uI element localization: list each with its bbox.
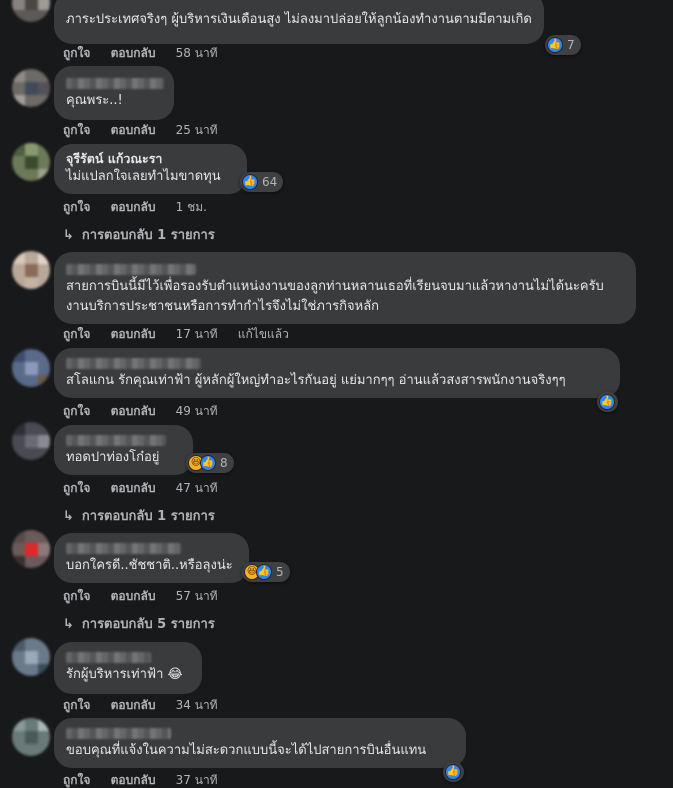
timestamp[interactable]: 58 นาที (176, 46, 218, 60)
reaction-summary[interactable]: 👍 64 (240, 172, 284, 192)
comment-bubble: บอกใครดี..ชัชชาติ..หรือลุงน่ะ (54, 533, 249, 583)
reply-button[interactable]: ตอบกลับ (111, 698, 156, 712)
avatar[interactable] (12, 349, 50, 387)
reaction-summary[interactable]: 👍 (443, 762, 464, 782)
like-button[interactable]: ถูกใจ (63, 698, 90, 712)
timestamp[interactable]: 1 ชม. (176, 200, 207, 214)
comment-text: บอกใครดี..ชัชชาติ..หรือลุงน่ะ (66, 558, 233, 573)
timestamp[interactable]: 17 นาที (176, 327, 218, 341)
like-icon: 👍 (242, 174, 258, 190)
reaction-summary[interactable]: 👍 7 (545, 35, 581, 55)
timestamp[interactable]: 49 นาที (176, 404, 218, 418)
commenter-name[interactable] (66, 431, 181, 448)
avatar[interactable] (12, 530, 50, 568)
commenter-name[interactable] (66, 74, 164, 91)
avatar[interactable] (12, 0, 50, 22)
reply-button[interactable]: ตอบกลับ (111, 123, 156, 137)
like-button[interactable]: ถูกใจ (63, 200, 90, 214)
edited-label: แก้ไขแล้ว (237, 327, 289, 341)
comment-text: สโลแกน รักคุณเท่าฟ้า ผู้หลักผู้ใหญ่ทำอะไ… (66, 373, 566, 388)
reply-button[interactable]: ตอบกลับ (111, 46, 156, 60)
reply-arrow-icon: ↳ (63, 509, 74, 524)
comment-bubble: ทอดปาท่องโก๋อยู่ (54, 425, 193, 475)
comment-text: สายการบินนี้มีไว้เพื่อรองรับตำแหน่งงานขอ… (66, 279, 604, 314)
comment-text: ทอดปาท่องโก๋อยู่ (66, 450, 160, 465)
reaction-summary[interactable]: 😆 👍 8 (186, 453, 234, 473)
timestamp[interactable]: 34 นาที (176, 698, 218, 712)
reaction-count: 5 (276, 565, 284, 579)
avatar[interactable] (12, 638, 50, 676)
avatar[interactable] (12, 143, 50, 181)
reaction-summary[interactable]: 😆 👍 5 (242, 562, 290, 582)
like-icon: 👍 (547, 37, 563, 53)
like-button[interactable]: ถูกใจ (63, 481, 90, 495)
like-icon: 👍 (599, 394, 615, 410)
comment-bubble: สโลแกน รักคุณเท่าฟ้า ผู้หลักผู้ใหญ่ทำอะไ… (54, 348, 620, 398)
view-replies-link[interactable]: ↳ การตอบกลับ 5 รายการ (63, 613, 215, 634)
reply-button[interactable]: ตอบกลับ (111, 773, 156, 787)
comment-actions: ถูกใจ ตอบกลับ 47 นาที (63, 480, 234, 496)
comment-text: ไม่แปลกใจเลยทำไมขาดทุน (66, 169, 221, 184)
view-replies-link[interactable]: ↳ การตอบกลับ 1 รายการ (63, 224, 215, 245)
comment-actions: ถูกใจ ตอบกลับ 37 นาที (63, 772, 234, 788)
like-button[interactable]: ถูกใจ (63, 46, 90, 60)
reply-arrow-icon: ↳ (63, 617, 74, 632)
reply-button[interactable]: ตอบกลับ (111, 327, 156, 341)
comment-actions: ถูกใจ ตอบกลับ 1 ชม. (63, 199, 223, 215)
commenter-name[interactable]: จุรีรัตน์ แก้วณะรา (66, 150, 235, 167)
comment-bubble: สายการบินนี้มีไว้เพื่อรองรับตำแหน่งงานขอ… (54, 252, 636, 324)
timestamp[interactable]: 25 นาที (176, 123, 218, 137)
reaction-summary[interactable]: 👍 (597, 392, 618, 412)
like-button[interactable]: ถูกใจ (63, 773, 90, 787)
avatar[interactable] (12, 251, 50, 289)
comment-actions: ถูกใจ ตอบกลับ 57 นาที (63, 588, 234, 604)
comment-actions: ถูกใจ ตอบกลับ 49 นาที (63, 403, 234, 419)
reaction-count: 7 (567, 38, 575, 52)
commenter-name[interactable] (66, 648, 190, 665)
reply-button[interactable]: ตอบกลับ (111, 589, 156, 603)
commenter-name[interactable] (66, 724, 454, 741)
comment-bubble: จุรีรัตน์ แก้วณะรา ไม่แปลกใจเลยทำไมขาดทุ… (54, 144, 247, 194)
avatar[interactable] (12, 718, 50, 756)
commenter-name[interactable] (66, 354, 608, 371)
reply-arrow-icon: ↳ (63, 228, 74, 243)
reply-button[interactable]: ตอบกลับ (111, 200, 156, 214)
comment-actions: ถูกใจ ตอบกลับ 17 นาที แก้ไขแล้ว (63, 326, 305, 342)
commenter-name[interactable] (66, 260, 624, 277)
comment-text: รักผู้บริหารเท่าฟ้า 😂 (66, 667, 183, 682)
reaction-count: 64 (262, 175, 278, 189)
like-button[interactable]: ถูกใจ (63, 589, 90, 603)
comment-actions: ถูกใจ ตอบกลับ 58 นาที (63, 45, 234, 61)
comment-text: คุณพระ..! (66, 93, 123, 108)
comment-actions: ถูกใจ ตอบกลับ 25 นาที (63, 122, 234, 138)
comment-text: ขอบคุณที่แจ้งในความไม่สะดวกแบบนี้จะได้ไป… (66, 743, 427, 758)
like-button[interactable]: ถูกใจ (63, 327, 90, 341)
like-icon: 👍 (200, 455, 216, 471)
avatar[interactable] (12, 69, 50, 107)
like-icon: 👍 (256, 564, 272, 580)
avatar[interactable] (12, 422, 50, 460)
comment-bubble: ขอบคุณที่แจ้งในความไม่สะดวกแบบนี้จะได้ไป… (54, 718, 466, 768)
comment-bubble: รักผู้บริหารเท่าฟ้า 😂 (54, 642, 202, 694)
reply-button[interactable]: ตอบกลับ (111, 481, 156, 495)
like-button[interactable]: ถูกใจ (63, 404, 90, 418)
reaction-count: 8 (220, 456, 228, 470)
like-button[interactable]: ถูกใจ (63, 123, 90, 137)
comment-actions: ถูกใจ ตอบกลับ 34 นาที (63, 697, 234, 713)
commenter-name[interactable] (66, 539, 237, 556)
comment-bubble: คุณพระ..! (54, 66, 174, 120)
timestamp[interactable]: 57 นาที (176, 589, 218, 603)
timestamp[interactable]: 37 นาที (176, 773, 218, 787)
reply-button[interactable]: ตอบกลับ (111, 404, 156, 418)
view-replies-link[interactable]: ↳ การตอบกลับ 1 รายการ (63, 505, 215, 526)
comment-text: ภาระประเทศจริงๆ ผู้บริหารเงินเดือนสูง ไม… (66, 12, 532, 27)
comment-bubble: ภาระประเทศจริงๆ ผู้บริหารเงินเดือนสูง ไม… (54, 0, 544, 44)
timestamp[interactable]: 47 นาที (176, 481, 218, 495)
